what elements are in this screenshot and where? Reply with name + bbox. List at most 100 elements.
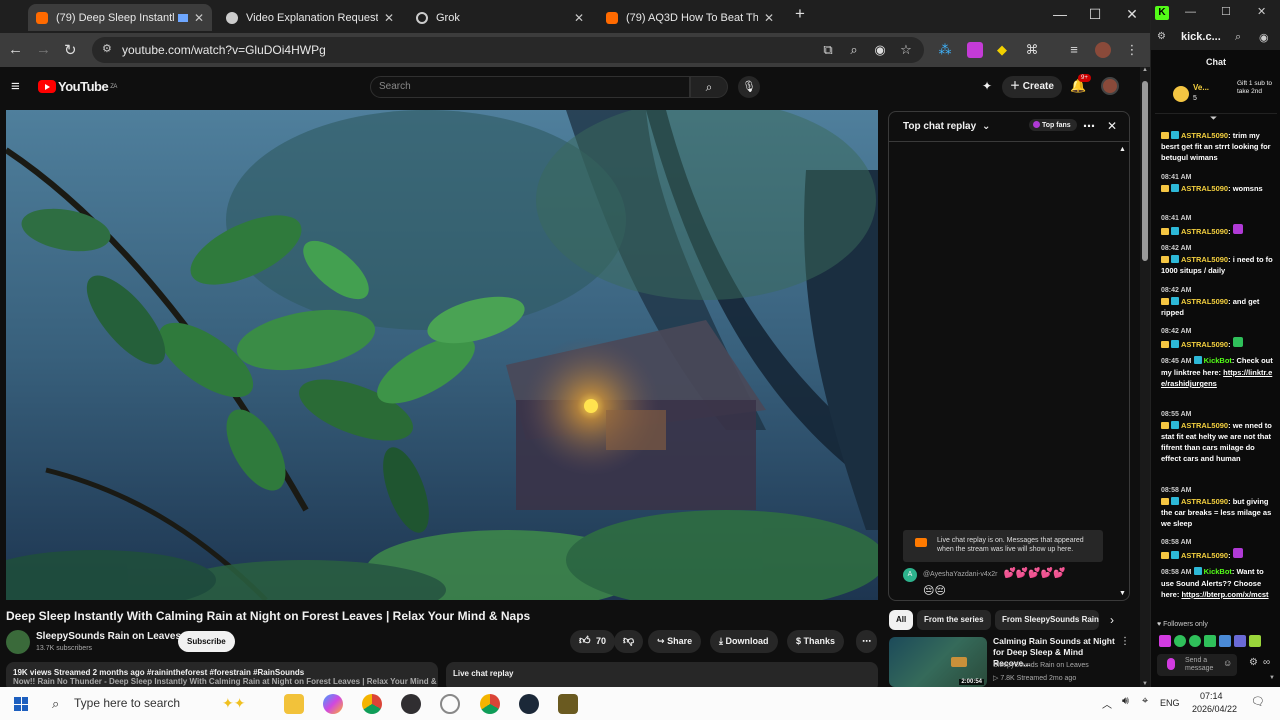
sound-alerts-link[interactable]: https://bterp.com/x/mcst	[1181, 590, 1268, 599]
maximize-button[interactable]: ☐	[1085, 6, 1105, 23]
like-button[interactable]: 👍︎ 70	[570, 630, 616, 653]
search-input[interactable]: Search	[370, 76, 690, 98]
copilot-icon[interactable]	[323, 694, 343, 714]
channel-name[interactable]: SleepySounds Rain on Leaves	[36, 631, 181, 642]
install-app-icon[interactable]: ⧉	[820, 42, 836, 58]
emote-icon[interactable]	[1159, 635, 1171, 647]
kick-close-button[interactable]: ✕	[1257, 5, 1266, 18]
share-button[interactable]: ↪ Share	[648, 630, 702, 653]
kick-emoji-icon[interactable]: ☺	[1223, 658, 1232, 668]
subscribe-button[interactable]: Subscribe	[178, 631, 235, 652]
bookmark-star-icon[interactable]: ☆	[898, 42, 914, 58]
top-chat-replay-dropdown[interactable]: Top chat replay	[903, 121, 976, 132]
minimize-button[interactable]: —	[1050, 6, 1070, 22]
kick-search-icon[interactable]: ⌕	[1235, 31, 1241, 44]
new-tab-button[interactable]: +	[790, 4, 810, 24]
related-more-icon[interactable]: ⋮	[1120, 636, 1130, 647]
windows-start-icon[interactable]	[14, 697, 28, 711]
close-tab-icon[interactable]: ✕	[764, 11, 774, 25]
more-actions-button[interactable]: ⋯	[856, 630, 877, 653]
notifications-icon[interactable]: 🗨	[1251, 695, 1265, 708]
emote-icon[interactable]	[1204, 635, 1216, 647]
emote-icon[interactable]	[1219, 635, 1231, 647]
kick-settings-icon[interactable]: ⚙	[1249, 657, 1258, 668]
cast-icon[interactable]: ✦	[982, 79, 992, 93]
download-button[interactable]: ⤓ Download	[710, 630, 778, 653]
description-box[interactable]: 19K views Streamed 2 months ago #rainint…	[6, 662, 438, 687]
extension-1-icon[interactable]: ⁂	[937, 42, 953, 58]
clock-time[interactable]: 07:14	[1200, 691, 1223, 701]
taskbar-search-input[interactable]: ⌕ Type here to search ✦✦	[42, 690, 264, 717]
chrome-icon[interactable]	[362, 694, 382, 714]
scrollbar-thumb[interactable]	[1142, 81, 1148, 261]
more-options-icon[interactable]: ⋯	[1083, 119, 1095, 133]
thanks-button[interactable]: $ Thanks	[787, 630, 845, 653]
chevron-right-icon[interactable]: ›	[1110, 613, 1114, 627]
profile-avatar-icon[interactable]	[1095, 42, 1111, 58]
forward-icon[interactable]: →	[36, 41, 51, 58]
chat-scroll-up-icon[interactable]: ▲	[1119, 146, 1126, 153]
related-thumbnail[interactable]: 2:00:54	[889, 637, 987, 687]
emote-icon[interactable]	[1249, 635, 1261, 647]
extension-3-icon[interactable]: ◆	[994, 42, 1010, 58]
chrome-profile-icon[interactable]	[480, 694, 500, 714]
emote-icon[interactable]	[1234, 635, 1246, 647]
video-player[interactable]	[6, 110, 878, 600]
address-bar[interactable]: ⚙ youtube.com/watch?v=GluDOi4HWPg	[92, 37, 924, 63]
kick-mic-icon[interactable]	[1167, 658, 1175, 670]
live-chat-replay-box[interactable]: Live chat replay	[446, 662, 878, 687]
tab-video-explanation[interactable]: Video Explanation Request ✕	[218, 4, 402, 31]
close-tab-icon[interactable]: ✕	[574, 11, 584, 25]
chat-scroll-down-icon[interactable]: ▼	[1119, 590, 1126, 597]
game-app-icon[interactable]	[558, 694, 578, 714]
youtube-logo[interactable]: YouTube ZA	[38, 79, 117, 94]
close-tab-icon[interactable]: ✕	[384, 11, 394, 25]
language-indicator[interactable]: ENG	[1160, 698, 1180, 708]
tray-network-icon[interactable]: ⌖	[1142, 695, 1148, 708]
kick-message-input[interactable]: Send a message ☺	[1157, 654, 1237, 676]
filter-icon[interactable]: ⏷	[1210, 113, 1217, 124]
chip-from-series[interactable]: From the series	[917, 610, 991, 630]
tray-chevron-up-icon[interactable]: ︿	[1102, 696, 1112, 711]
site-info-icon[interactable]: ⚙	[102, 42, 112, 55]
chip-all[interactable]: All	[889, 610, 914, 630]
hamburger-menu-icon[interactable]: ≡	[11, 78, 20, 95]
steam-icon[interactable]	[519, 694, 539, 714]
reload-icon[interactable]: ↻	[64, 41, 77, 59]
back-icon[interactable]: ←	[8, 41, 23, 58]
chevron-down-icon[interactable]: ⌄	[982, 121, 990, 132]
close-window-button[interactable]: ✕	[1122, 6, 1142, 23]
eye-hidden-icon[interactable]: ◉	[872, 42, 888, 58]
browser-menu-icon[interactable]: ⋮	[1124, 42, 1140, 58]
emote-icon[interactable]	[1174, 635, 1186, 647]
tray-volume-icon[interactable]: 🔊︎	[1122, 695, 1129, 708]
clock-date[interactable]: 2026/04/22	[1192, 704, 1237, 714]
tab-grok[interactable]: Grok ✕	[408, 4, 592, 31]
kick-users-icon[interactable]: ∞	[1263, 657, 1270, 668]
channel-avatar[interactable]	[6, 630, 30, 654]
dislike-button[interactable]: 👎︎	[614, 630, 644, 653]
account-avatar[interactable]	[1101, 77, 1119, 95]
close-tab-icon[interactable]: ✕	[194, 11, 204, 25]
page-scrollbar[interactable]: ▲ ▼	[1140, 67, 1150, 687]
kick-site-settings-icon[interactable]: ⚙	[1157, 31, 1166, 42]
kick-minimize-button[interactable]: —	[1185, 6, 1196, 18]
obs-icon[interactable]	[401, 694, 421, 714]
top-fans-chip[interactable]: Top fans	[1029, 119, 1077, 131]
close-chat-icon[interactable]: ✕	[1107, 119, 1117, 133]
file-explorer-icon[interactable]	[284, 694, 304, 714]
tab-deep-sleep[interactable]: (79) Deep Sleep Instantly W ✕	[28, 4, 212, 31]
create-button[interactable]: ＋ Create	[1002, 76, 1062, 98]
emote-icon[interactable]	[1189, 635, 1201, 647]
zoom-icon[interactable]: ⌕	[846, 42, 862, 58]
chip-from-channel[interactable]: From SleepySounds Rain	[995, 610, 1099, 630]
kick-eye-hidden-icon[interactable]: ◉	[1259, 31, 1269, 44]
extension-2-icon[interactable]	[967, 42, 983, 58]
kick-scroll-down-icon[interactable]: ▼	[1269, 675, 1275, 681]
tab-aq3d[interactable]: (79) AQ3D How To Beat The Dj ✕	[598, 4, 782, 31]
search-button[interactable]: ⌕	[690, 76, 728, 98]
media-controls-icon[interactable]: ≡	[1066, 42, 1082, 58]
gift-sub-text[interactable]: Gift 1 sub to take 2nd	[1237, 80, 1277, 96]
extensions-puzzle-icon[interactable]: ⌘	[1024, 42, 1040, 58]
kick-maximize-button[interactable]: ☐	[1221, 5, 1231, 18]
